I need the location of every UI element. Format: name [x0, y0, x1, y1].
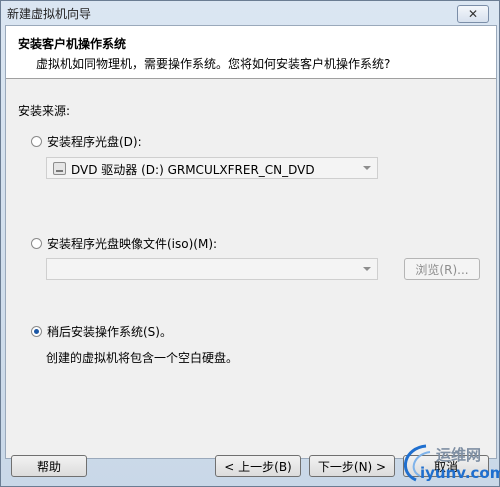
watermark-cn-text: 运维网: [436, 446, 482, 464]
chevron-down-icon: [363, 267, 371, 271]
back-button[interactable]: < 上一步(B): [215, 455, 301, 477]
browse-button-label: 浏览(R)...: [415, 262, 469, 277]
page-subtitle: 虚拟机如同物理机，需要操作系统。您将如何安装客户机操作系统?: [36, 57, 391, 71]
radio-label-iso-image: 安装程序光盘映像文件(iso)(M):: [47, 237, 218, 251]
back-button-label: < 上一步(B): [224, 459, 292, 474]
disc-drive-value: DVD 驱动器 (D:) GRMCULXFRER_CN_DVD: [71, 163, 315, 177]
next-button[interactable]: 下一步(N) >: [309, 455, 395, 477]
page-title: 安装客户机操作系统: [18, 37, 127, 51]
radio-install-later[interactable]: 稍后安装操作系统(S)。: [31, 323, 172, 340]
iso-path-combo[interactable]: [46, 258, 378, 280]
radio-label-install-later: 稍后安装操作系统(S)。: [47, 325, 172, 339]
install-source-label: 安装来源:: [18, 104, 71, 118]
close-button[interactable]: ✕: [457, 5, 489, 23]
window-title: 新建虚拟机向导: [7, 7, 92, 21]
wizard-panel: 安装客户机操作系统 虚拟机如同物理机，需要操作系统。您将如何安装客户机操作系统?…: [5, 25, 497, 459]
help-button-label: 帮助: [36, 459, 61, 474]
chevron-down-icon: [363, 166, 371, 170]
radio-iso-image[interactable]: 安装程序光盘映像文件(iso)(M):: [31, 235, 217, 252]
browse-button[interactable]: 浏览(R)...: [404, 258, 480, 280]
radio-installer-disc[interactable]: 安装程序光盘(D):: [31, 133, 142, 150]
watermark-en-text: iyunv.com: [420, 464, 500, 482]
next-button-label: 下一步(N) >: [317, 459, 387, 474]
title-bar: 新建虚拟机向导 ✕: [1, 1, 499, 25]
disc-drive-select[interactable]: DVD 驱动器 (D:) GRMCULXFRER_CN_DVD: [46, 157, 378, 179]
wizard-header: 安装客户机操作系统 虚拟机如同物理机，需要操作系统。您将如何安装客户机操作系统?: [6, 26, 496, 79]
watermark-logo: 运维网 iyunv.com: [396, 440, 500, 486]
close-icon: ✕: [467, 7, 479, 21]
radio-button[interactable]: [31, 326, 42, 337]
radio-button[interactable]: [31, 136, 42, 147]
radio-button[interactable]: [31, 238, 42, 249]
wizard-window: 新建虚拟机向导 ✕ 安装客户机操作系统 虚拟机如同物理机，需要操作系统。您将如何…: [0, 0, 500, 487]
dvd-drive-icon: [53, 162, 66, 175]
help-button[interactable]: 帮助: [11, 455, 87, 477]
radio-label-installer-disc: 安装程序光盘(D):: [47, 135, 142, 149]
install-later-note: 创建的虚拟机将包含一个空白硬盘。: [46, 351, 239, 365]
